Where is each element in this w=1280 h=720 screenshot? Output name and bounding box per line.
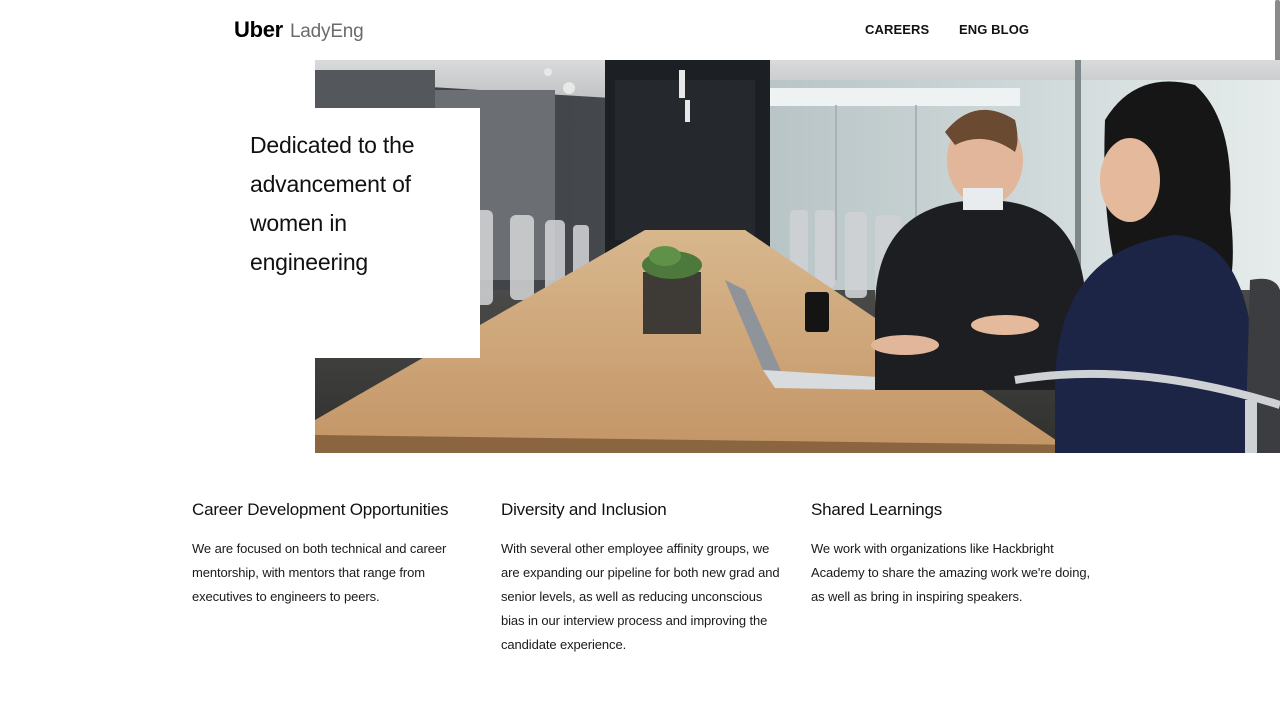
feature-shared-learnings: Shared Learnings We work with organizati… — [811, 497, 1091, 609]
site-header: Uber LadyEng CAREERS ENG BLOG — [0, 0, 1280, 60]
feature-title: Career Development Opportunities — [192, 500, 449, 519]
feature-title: Shared Learnings — [811, 500, 943, 519]
logo-brand: Uber — [234, 17, 283, 42]
nav-link-careers[interactable]: CAREERS — [865, 22, 929, 42]
hero-tagline: Dedicated to the advancement of women in… — [250, 132, 415, 275]
feature-career-development: Career Development Opportunities We are … — [192, 497, 472, 609]
feature-body: We are focused on both technical and car… — [192, 541, 447, 604]
logo-subbrand: LadyEng — [289, 21, 364, 42]
feature-title: Diversity and Inclusion — [501, 500, 667, 519]
feature-body: We work with organizations like Hackbrig… — [811, 541, 1090, 604]
feature-body: With several other employee affinity gro… — [501, 541, 780, 652]
site-logo[interactable]: Uber LadyEng — [234, 17, 364, 45]
feature-diversity-inclusion: Diversity and Inclusion With several oth… — [501, 497, 781, 657]
nav-link-eng-blog[interactable]: ENG BLOG — [959, 22, 1029, 42]
